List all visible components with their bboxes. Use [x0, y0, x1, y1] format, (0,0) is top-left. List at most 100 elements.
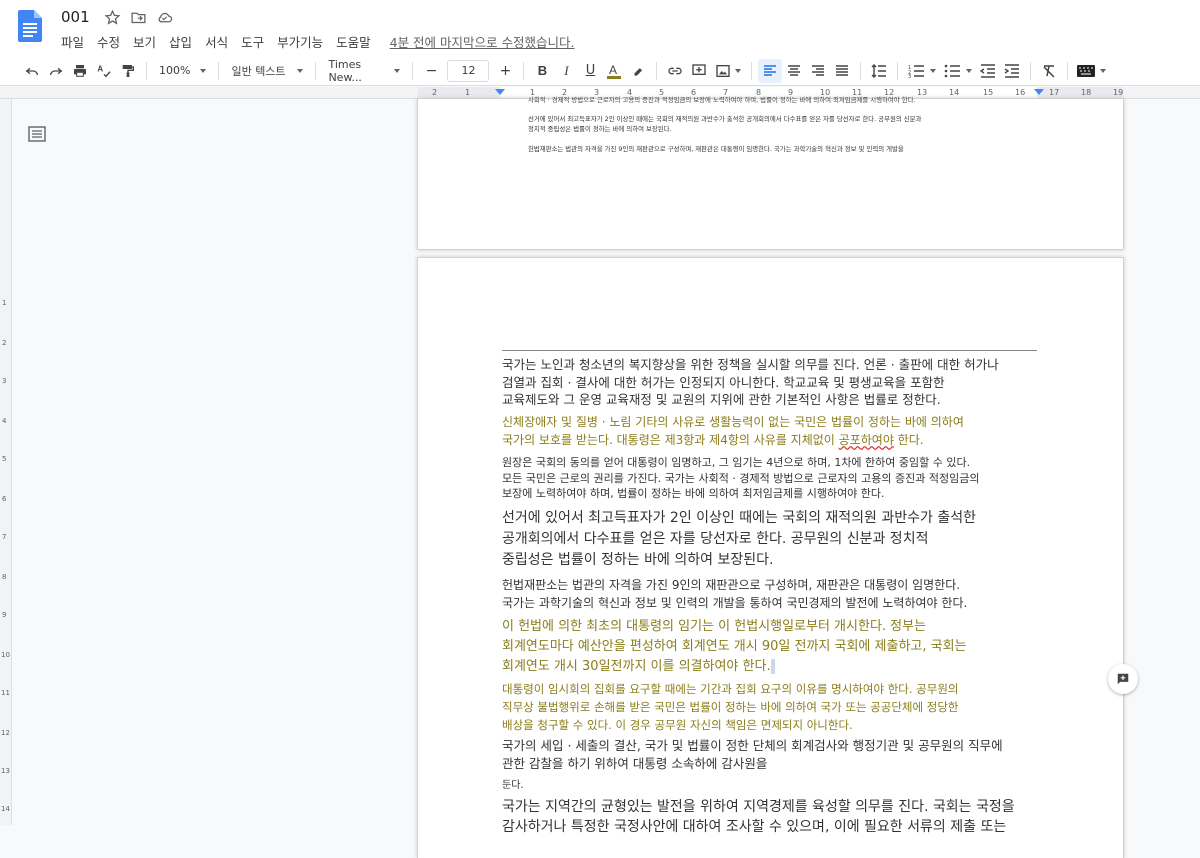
text-line: 직무상 불법행위로 손해를 받은 국민은 법률이 정하는 바에 의하여 국가 또… — [502, 700, 959, 714]
menu-format[interactable]: 서식 — [205, 32, 228, 51]
decrease-indent-icon[interactable] — [976, 59, 1000, 83]
text-line: 선거에 있어서 최고득표자가 2인 이상인 때에는 국회의 재적의원 과반수가 … — [502, 510, 976, 526]
docs-logo-icon[interactable] — [18, 10, 42, 42]
style-value: 일반 텍스트 — [231, 64, 286, 78]
text-line: 회계연도 개시 30일전까지 이를 의결하여야 한다. — [502, 657, 1042, 677]
redo-icon[interactable] — [44, 59, 68, 83]
svg-text:A: A — [97, 64, 103, 73]
paragraph: 헌법재판소는 법관의 자격을 가진 9인의 재판관으로 구성하며, 재판관은 대… — [502, 576, 1042, 612]
paragraph: 원장은 국회의 동의를 얻어 대통령이 임명하고, 그 임기는 4년으로 하며,… — [502, 455, 1042, 502]
toolbar: A 100% 일반 텍스트 Times New... − 12 + B I U … — [0, 56, 1200, 86]
page-1[interactable]: 사회적 · 경제적 방법으로 근로자의 고용의 증진과 적정임금의 보장에 노력… — [418, 96, 1123, 249]
chevron-down-icon[interactable] — [966, 68, 973, 73]
svg-text:3: 3 — [908, 74, 911, 78]
zoom-select[interactable]: 100% — [153, 64, 212, 77]
ruler-mark: 19 — [1113, 88, 1124, 97]
increase-indent-icon[interactable] — [1000, 59, 1024, 83]
link-icon[interactable] — [663, 59, 687, 83]
chevron-down-icon[interactable] — [735, 68, 742, 73]
text-line: 이 헌법에 의한 최초의 대통령의 임기는 이 헌법시행일로부터 개시한다. 정… — [502, 619, 927, 634]
undo-icon[interactable] — [20, 59, 44, 83]
align-left-icon[interactable] — [758, 58, 783, 83]
font-size-input[interactable]: 12 — [447, 59, 490, 82]
style-select[interactable]: 일반 텍스트 — [225, 63, 309, 79]
add-comment-button[interactable] — [1108, 664, 1138, 694]
toolbar-separator — [1067, 61, 1069, 80]
paragraph: 이 헌법에 의한 최초의 대통령의 임기는 이 헌법시행일로부터 개시한다. 정… — [502, 617, 1042, 677]
image-icon[interactable] — [711, 59, 735, 83]
text-line: 모든 국민은 근로의 권리를 가진다. 국가는 사회적 · 경제적 방법으로 근… — [502, 471, 980, 485]
print-icon[interactable] — [68, 59, 92, 83]
document-outline-icon[interactable] — [28, 126, 46, 142]
right-indent-marker-icon[interactable] — [1033, 88, 1045, 97]
vruler-mark: 3 — [2, 377, 7, 385]
underline-icon[interactable]: U — [578, 59, 602, 83]
menu-help[interactable]: 도움말 — [336, 32, 371, 51]
menu-view[interactable]: 보기 — [133, 32, 156, 51]
align-right-icon[interactable] — [806, 59, 830, 83]
paragraph: 둔다. — [502, 778, 1042, 793]
text-color-icon[interactable]: A — [602, 59, 626, 83]
paragraph: 대통령이 임시회의 집회를 요구할 때에는 기간과 집회 요구의 이유를 명시하… — [502, 680, 1042, 734]
text-cursor — [770, 659, 775, 674]
toolbar-separator — [315, 61, 317, 80]
comment-icon[interactable] — [687, 59, 711, 83]
clear-formatting-icon[interactable] — [1037, 59, 1061, 83]
vruler-mark: 7 — [2, 533, 7, 541]
toolbar-separator — [751, 61, 753, 80]
vruler-mark: 9 — [2, 611, 7, 619]
italic-icon[interactable]: I — [554, 59, 578, 83]
left-indent-marker-icon[interactable] — [494, 88, 506, 97]
misspelled-word[interactable]: 공포하여야 — [839, 433, 894, 447]
vruler-mark: 6 — [2, 495, 7, 503]
paragraph: 국가는 지역간의 균형있는 발전을 위하여 지역경제를 육성할 의무를 진다. … — [502, 797, 1042, 837]
text-line: 보장에 노력하여야 하며, 법률이 정하는 바에 의하여 최저임금제를 시행하여… — [502, 487, 885, 500]
font-value: Times New... — [328, 57, 362, 84]
align-center-icon[interactable] — [782, 59, 806, 83]
paragraph: 국가의 세입 · 세출의 결산, 국가 및 법률이 정한 단체의 회계검사와 행… — [502, 737, 1042, 773]
text-line: 감사하거나 특정한 국정사안에 대하여 조사할 수 있으며, 이에 필요한 서류… — [502, 819, 1007, 835]
page1-line: 선거에 있어서 최고득표자가 2인 이상인 때에는 국회의 재적의원 과반수가 … — [528, 115, 922, 123]
menu-edit[interactable]: 수정 — [97, 32, 120, 51]
doc-title[interactable]: 001 — [61, 8, 90, 26]
menu-file[interactable]: 파일 — [61, 32, 84, 51]
chevron-down-icon — [297, 68, 304, 73]
chevron-down-icon[interactable] — [930, 68, 937, 73]
paragraph: 선거에 있어서 최고득표자가 2인 이상인 때에는 국회의 재적의원 과반수가 … — [502, 508, 1042, 571]
text-span: 국가의 보호를 받는다. 대통령은 제3항과 제4항의 사유를 지체없이 — [502, 432, 835, 447]
toolbar-separator — [1030, 61, 1032, 80]
last-edit-link[interactable]: 4분 전에 마지막으로 수정했습니다. — [390, 32, 575, 51]
vruler-mark: 13 — [1, 767, 10, 775]
bulleted-list-icon[interactable] — [940, 59, 964, 83]
toolbar-separator — [656, 61, 658, 80]
toolbar-separator — [146, 61, 147, 80]
menu-bar: 파일 수정 보기 삽입 서식 도구 부가기능 도움말 4분 전에 마지막으로 수… — [61, 32, 574, 51]
star-icon[interactable] — [104, 9, 121, 26]
spellcheck-icon[interactable]: A — [92, 59, 116, 83]
font-select[interactable]: Times New... — [322, 58, 406, 84]
line-spacing-icon[interactable] — [867, 59, 891, 83]
menu-addons[interactable]: 부가기능 — [277, 32, 323, 51]
increase-font-size-button[interactable]: + — [493, 59, 517, 83]
paragraph: 국가는 노인과 청소년의 복지향상을 위한 정책을 실시할 의무를 진다. 언론… — [502, 356, 1042, 409]
ruler-mark: 18 — [1081, 88, 1092, 97]
bold-icon[interactable]: B — [530, 59, 554, 83]
vertical-ruler[interactable]: 1 2 3 4 5 6 7 8 9 10 11 12 13 14 — [0, 99, 12, 825]
chevron-down-icon[interactable] — [1100, 68, 1107, 73]
paint-format-icon[interactable] — [116, 59, 140, 83]
cloud-status-icon[interactable] — [156, 9, 173, 26]
justify-icon[interactable] — [830, 59, 854, 83]
move-folder-icon[interactable] — [130, 9, 147, 26]
zoom-value: 100% — [159, 64, 191, 77]
text-line: 원장은 국회의 동의를 얻어 대통령이 임명하고, 그 임기는 4년으로 하며,… — [502, 456, 971, 469]
menu-tools[interactable]: 도구 — [241, 32, 264, 51]
menu-insert[interactable]: 삽입 — [169, 32, 192, 51]
page1-line: 정치적 중립성은 법률이 정하는 바에 의하여 보장된다. — [528, 125, 672, 133]
text-span: 한다. — [893, 432, 924, 447]
input-tools-icon[interactable] — [1074, 59, 1098, 83]
numbered-list-icon[interactable]: 123 — [904, 59, 928, 83]
text-line: 검열과 집회 · 결사에 대한 허가는 인정되지 아니한다. 학교교육 및 평생… — [502, 374, 945, 390]
decrease-font-size-button[interactable]: − — [419, 59, 443, 83]
svg-text:A: A — [609, 63, 617, 77]
highlight-icon[interactable] — [626, 59, 650, 83]
